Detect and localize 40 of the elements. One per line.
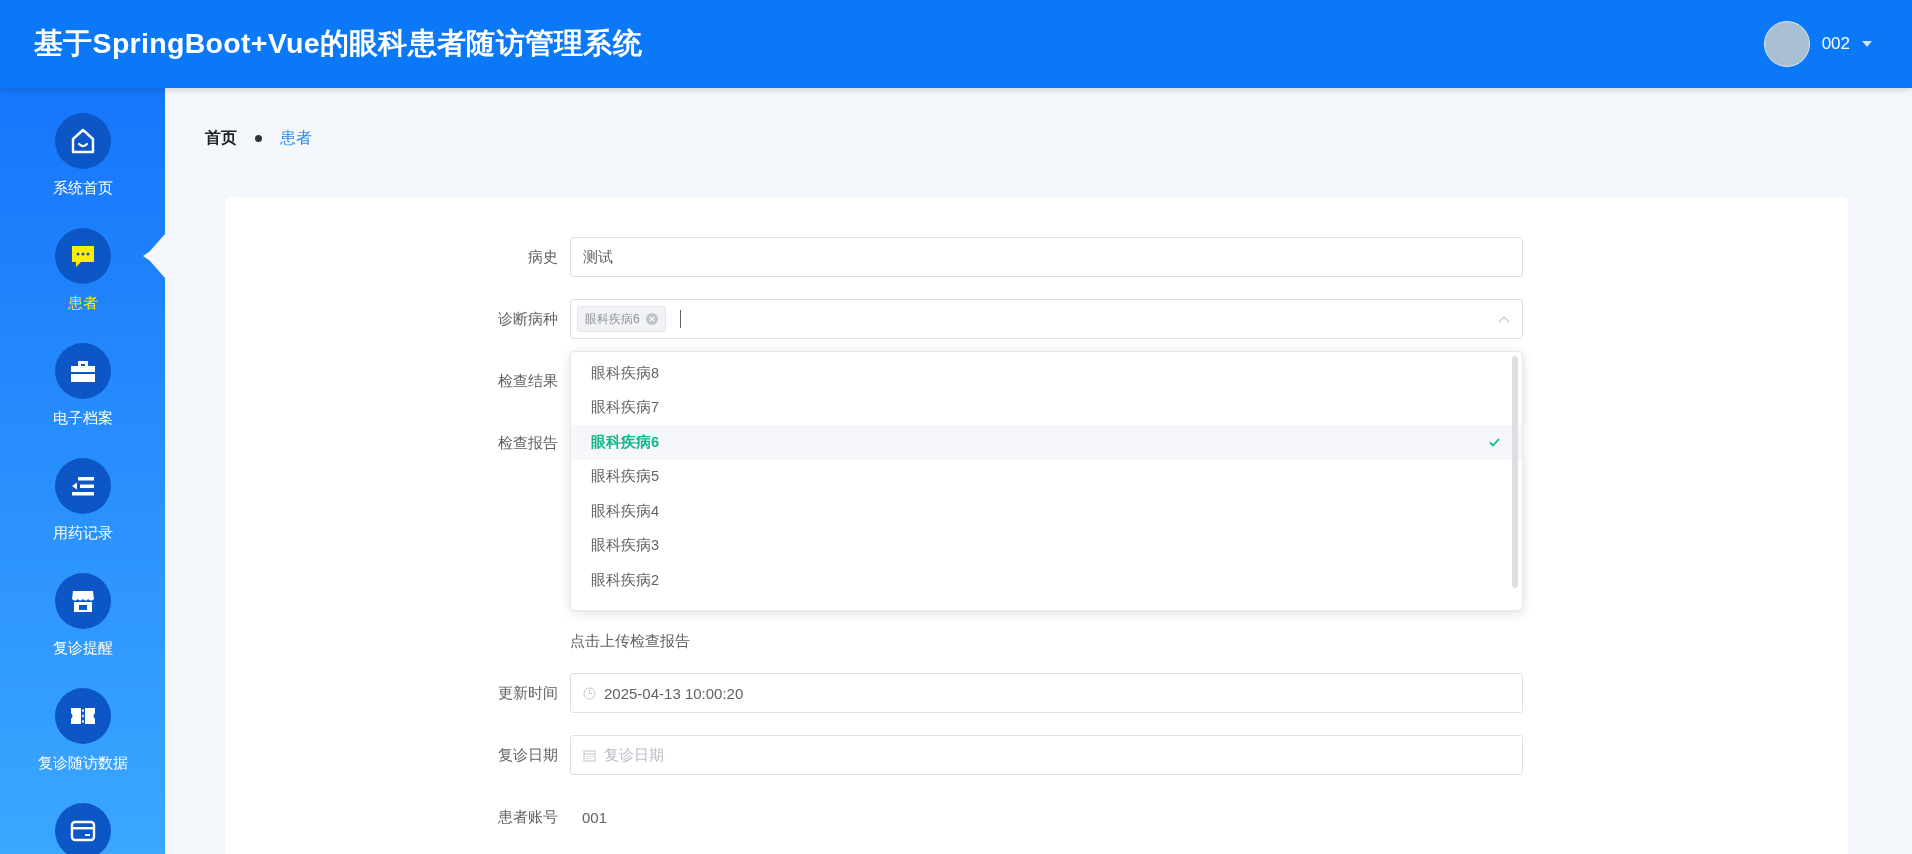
calendar-icon [583, 748, 596, 762]
dropdown-option[interactable]: 眼科疾病6 [571, 425, 1522, 460]
text-field[interactable]: 测试 [570, 237, 1523, 277]
field-value: 001 [582, 808, 608, 826]
upload-link[interactable]: 点击上传检查报告 [570, 632, 690, 649]
separator-dot [255, 134, 262, 142]
breadcrumb-item[interactable]: 患者 [280, 127, 312, 149]
scrollbar[interactable] [1512, 356, 1518, 588]
nav-item[interactable]: 复诊提醒 [0, 573, 165, 688]
chevron-up-icon[interactable] [1498, 315, 1510, 323]
dropdown-option[interactable]: 眼科疾病3 [571, 528, 1522, 563]
datetime-field[interactable]: 2025-04-13 10:00:20 [570, 673, 1523, 713]
dropdown-option[interactable]: 眼科疾病2 [571, 563, 1522, 598]
field-label: 患者账号 [497, 807, 558, 827]
field-label: 病史 [527, 247, 558, 267]
close-icon[interactable] [645, 313, 658, 325]
field-label: 检查结果 [497, 371, 558, 391]
dropdown-option[interactable]: 眼科疾病8 [571, 356, 1522, 391]
dropdown-option[interactable]: 眼科疾病5 [571, 459, 1522, 494]
user-name[interactable]: 002 [1821, 34, 1850, 54]
nav-item[interactable]: 电子档案 [0, 343, 165, 458]
dropdown-option[interactable]: 眼科疾病7 [571, 390, 1522, 425]
dropdown-option[interactable]: 眼科疾病4 [571, 494, 1522, 529]
clock-icon [583, 686, 596, 700]
field-label: 复诊日期 [497, 745, 558, 765]
caret-icon[interactable] [1862, 40, 1872, 48]
avatar[interactable] [1763, 21, 1810, 67]
select-field[interactable]: 眼科疾病6 [570, 299, 1523, 339]
app-title: 基于SpringBoot+Vue的眼科患者随访管理系统 [34, 26, 643, 61]
field-label: 检查报告 [497, 433, 558, 453]
nav-item[interactable]: 用药记录 [0, 458, 165, 573]
nav-item[interactable]: 患者 [0, 228, 165, 343]
nav-item[interactable]: 复诊随访数据 [0, 688, 165, 803]
text-cursor [679, 310, 681, 328]
selected-tag: 眼科疾病6 [577, 306, 666, 332]
breadcrumb-item[interactable]: 首页 [205, 127, 237, 149]
check-icon [1489, 437, 1500, 447]
nav-item[interactable]: 系统首页 [0, 113, 165, 228]
field-label: 诊断病种 [497, 309, 558, 329]
field-label: 更新时间 [497, 683, 558, 703]
